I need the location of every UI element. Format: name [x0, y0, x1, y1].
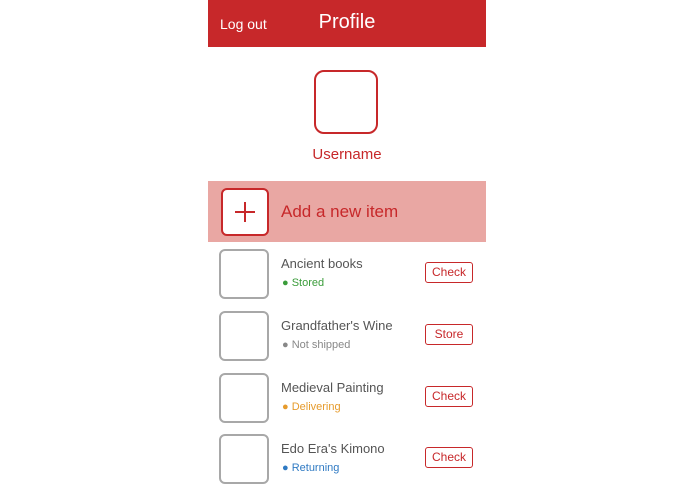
item-status: ● Delivering [282, 401, 341, 413]
list-item[interactable]: Edo Era's Kimono ● Returning Check [208, 432, 486, 486]
check-button[interactable]: Check [425, 262, 473, 283]
add-item-label: Add a new item [281, 202, 399, 221]
page-title: Profile [318, 11, 376, 33]
avatar[interactable] [314, 70, 378, 134]
profile-screen: Log out Profile Username Add a new item … [208, 0, 486, 494]
item-thumbnail [219, 311, 269, 361]
item-status: ● Stored [282, 277, 325, 289]
plus-icon [221, 188, 269, 236]
list-item[interactable]: Grandfather's Wine ● Not shipped Store [208, 309, 486, 363]
item-status: ● Returning [282, 462, 340, 474]
item-name: Medieval Painting [281, 380, 384, 395]
username-label: Username [312, 146, 382, 163]
item-name: Grandfather's Wine [281, 318, 393, 333]
check-button[interactable]: Check [425, 386, 473, 407]
item-thumbnail [219, 434, 269, 484]
list-item[interactable]: Medieval Painting ● Delivering Check [208, 371, 486, 425]
store-button[interactable]: Store [425, 324, 473, 345]
list-item[interactable]: Ancient books ● Stored Check [208, 247, 486, 301]
item-name: Ancient books [281, 256, 363, 271]
item-thumbnail [219, 249, 269, 299]
item-thumbnail [219, 373, 269, 423]
item-status: ● Not shipped [282, 339, 351, 351]
top-bar: Log out Profile [208, 0, 486, 47]
check-button[interactable]: Check [425, 447, 473, 468]
plus-icon-vertical [244, 202, 246, 222]
item-name: Edo Era's Kimono [281, 441, 385, 456]
add-new-item-button[interactable]: Add a new item [208, 181, 486, 242]
